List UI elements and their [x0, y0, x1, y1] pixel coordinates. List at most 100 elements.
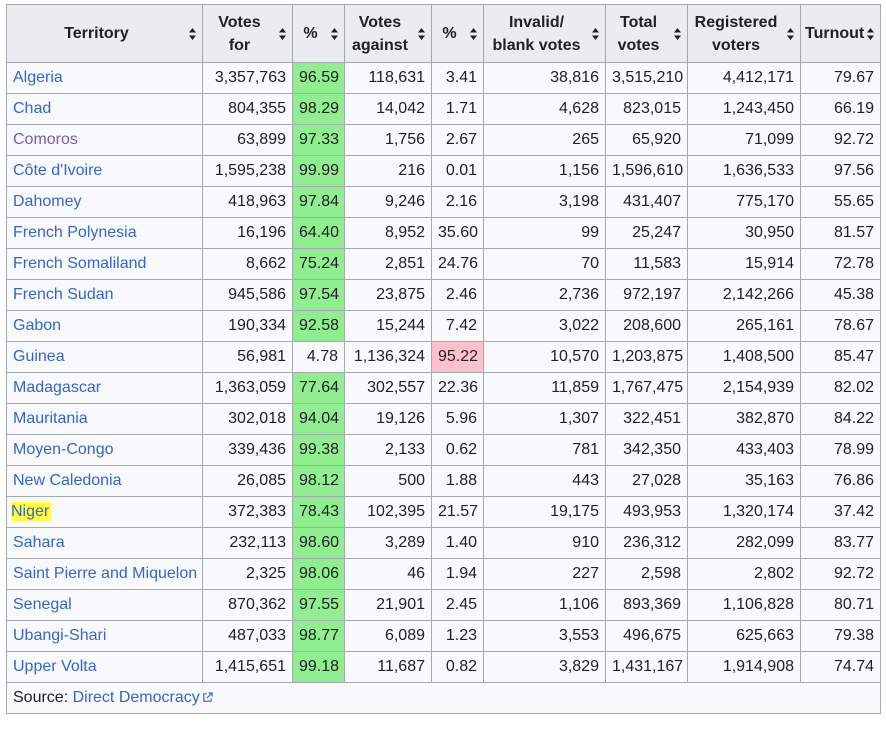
column-header-registered-voters[interactable]: Registered voters — [687, 4, 801, 63]
column-header-pct-against[interactable]: % — [431, 4, 484, 63]
turnout-cell: 92.72 — [800, 124, 881, 156]
territory-link[interactable]: French Somaliland — [13, 255, 146, 272]
sort-arrows-icon[interactable] — [417, 27, 426, 41]
invalid-votes-cell: 1,307 — [483, 403, 606, 435]
table-row: Dahomey 418,963 97.84 9,246 2.16 3,198 431,407… — [6, 186, 881, 218]
territory-link[interactable]: Guinea — [13, 348, 65, 365]
pct-against-cell: 0.62 — [431, 434, 484, 466]
table-row: Algeria 3,357,763 96.59 118,631 3.41 38,816 3,… — [6, 62, 881, 94]
registered-voters-cell: 4,412,171 — [687, 62, 801, 94]
column-header-pct-for[interactable]: % — [292, 4, 345, 63]
pct-for-cell: 98.60 — [292, 527, 345, 559]
turnout-cell: 85.47 — [800, 341, 881, 373]
column-header-votes-for[interactable]: Votes for — [202, 4, 293, 63]
territory-link[interactable]: Côte d'Ivoire — [13, 162, 102, 179]
turnout-cell: 55.65 — [800, 186, 881, 218]
table-row: Ubangi-Shari 487,033 98.77 6,089 1.23 3,553 49… — [6, 620, 881, 652]
votes-against-cell: 216 — [344, 155, 432, 187]
pct-against-cell: 2.67 — [431, 124, 484, 156]
total-votes-cell: 65,920 — [605, 124, 688, 156]
table-row: French Sudan 945,586 97.54 23,875 2.46 2,736 9… — [6, 279, 881, 311]
source-link-text: Direct Democracy — [72, 689, 200, 706]
pct-for-cell: 92.58 — [292, 310, 345, 342]
column-header-total-votes[interactable]: Total votes — [605, 4, 688, 63]
pct-for-cell: 75.24 — [292, 248, 345, 280]
column-header-label: against — [351, 36, 408, 54]
total-votes-cell: 342,350 — [605, 434, 688, 466]
territory-link[interactable]: Dahomey — [13, 193, 81, 210]
column-header-label: Turnout — [805, 25, 865, 42]
sort-arrows-icon[interactable] — [469, 27, 478, 41]
sort-arrows-icon[interactable] — [591, 27, 600, 41]
total-votes-cell: 3,515,210 — [605, 62, 688, 94]
sort-arrows-icon[interactable] — [786, 27, 795, 41]
territory-link[interactable]: Comoros — [13, 131, 78, 148]
turnout-cell: 72.78 — [800, 248, 881, 280]
sort-arrows-icon[interactable] — [673, 27, 682, 41]
votes-for-cell: 945,586 — [202, 279, 293, 311]
pct-against-cell: 7.42 — [431, 310, 484, 342]
territory-link[interactable]: Upper Volta — [13, 658, 97, 675]
territory-link[interactable]: French Sudan — [13, 286, 114, 303]
votes-for-cell: 190,334 — [202, 310, 293, 342]
column-header-label: votes — [617, 36, 660, 54]
territory-link[interactable]: French Polynesia — [13, 224, 137, 241]
sort-arrows-icon[interactable] — [866, 27, 875, 41]
total-votes-cell: 1,431,167 — [605, 651, 688, 683]
turnout-cell: 74.74 — [800, 651, 881, 683]
total-votes-cell: 431,407 — [605, 186, 688, 218]
pct-for-cell: 96.59 — [292, 62, 345, 94]
territory-link[interactable]: Gabon — [13, 317, 61, 334]
turnout-cell: 81.57 — [800, 217, 881, 249]
territory-link[interactable]: Ubangi-Shari — [13, 627, 106, 644]
sort-arrows-icon[interactable] — [330, 27, 339, 41]
pct-for-cell: 97.84 — [292, 186, 345, 218]
pct-against-cell: 3.41 — [431, 62, 484, 94]
territory-link[interactable]: Chad — [13, 100, 51, 117]
territory-link[interactable]: Senegal — [13, 596, 72, 613]
territory-cell: Chad — [6, 93, 203, 125]
pct-for-cell: 94.04 — [292, 403, 345, 435]
territory-cell: French Sudan — [6, 279, 203, 311]
territory-link[interactable]: New Caledonia — [13, 472, 122, 489]
column-header-votes-against[interactable]: Votes against — [344, 4, 432, 63]
sort-arrows-icon[interactable] — [278, 27, 287, 41]
total-votes-cell: 208,600 — [605, 310, 688, 342]
registered-voters-cell: 1,320,174 — [687, 496, 801, 528]
source-link-direct-democracy[interactable]: Direct Democracy — [73, 689, 213, 706]
votes-for-cell: 232,113 — [202, 527, 293, 559]
votes-for-cell: 339,436 — [202, 434, 293, 466]
territory-cell: Madagascar — [6, 372, 203, 404]
invalid-votes-cell: 3,198 — [483, 186, 606, 218]
territory-cell: Upper Volta — [6, 651, 203, 683]
votes-against-cell: 302,557 — [344, 372, 432, 404]
invalid-votes-cell: 10,570 — [483, 341, 606, 373]
pct-for-cell: 78.43 — [292, 496, 345, 528]
pct-against-cell: 1.40 — [431, 527, 484, 559]
pct-for-cell: 64.40 — [292, 217, 345, 249]
territory-link[interactable]: Niger — [11, 503, 49, 520]
table-row: Saint Pierre and Miquelon 2,325 98.06 46 1.9… — [6, 558, 881, 590]
territory-cell: Dahomey — [6, 186, 203, 218]
votes-against-cell: 8,952 — [344, 217, 432, 249]
territory-link[interactable]: Moyen-Congo — [13, 441, 114, 458]
votes-against-cell: 1,136,324 — [344, 341, 432, 373]
territory-link[interactable]: Sahara — [13, 534, 65, 551]
invalid-votes-cell: 70 — [483, 248, 606, 280]
territory-link[interactable]: Saint Pierre and Miquelon — [13, 565, 197, 582]
column-header-turnout[interactable]: Turnout — [800, 4, 881, 63]
territory-link[interactable]: Madagascar — [13, 379, 101, 396]
registered-voters-cell: 382,870 — [687, 403, 801, 435]
territory-link[interactable]: Mauritania — [13, 410, 88, 427]
territory-link[interactable]: Algeria — [13, 69, 63, 86]
column-header-label: voters — [711, 36, 761, 54]
total-votes-cell: 496,675 — [605, 620, 688, 652]
pct-against-cell: 0.82 — [431, 651, 484, 683]
column-header-invalid-blank-votes[interactable]: Invalid/blank votes — [483, 4, 606, 63]
votes-for-cell: 26,085 — [202, 465, 293, 497]
votes-for-cell: 16,196 — [202, 217, 293, 249]
sort-arrows-icon[interactable] — [188, 27, 197, 41]
column-header-territory[interactable]: Territory — [6, 4, 203, 63]
registered-voters-cell: 265,161 — [687, 310, 801, 342]
pct-against-cell: 35.60 — [431, 217, 484, 249]
